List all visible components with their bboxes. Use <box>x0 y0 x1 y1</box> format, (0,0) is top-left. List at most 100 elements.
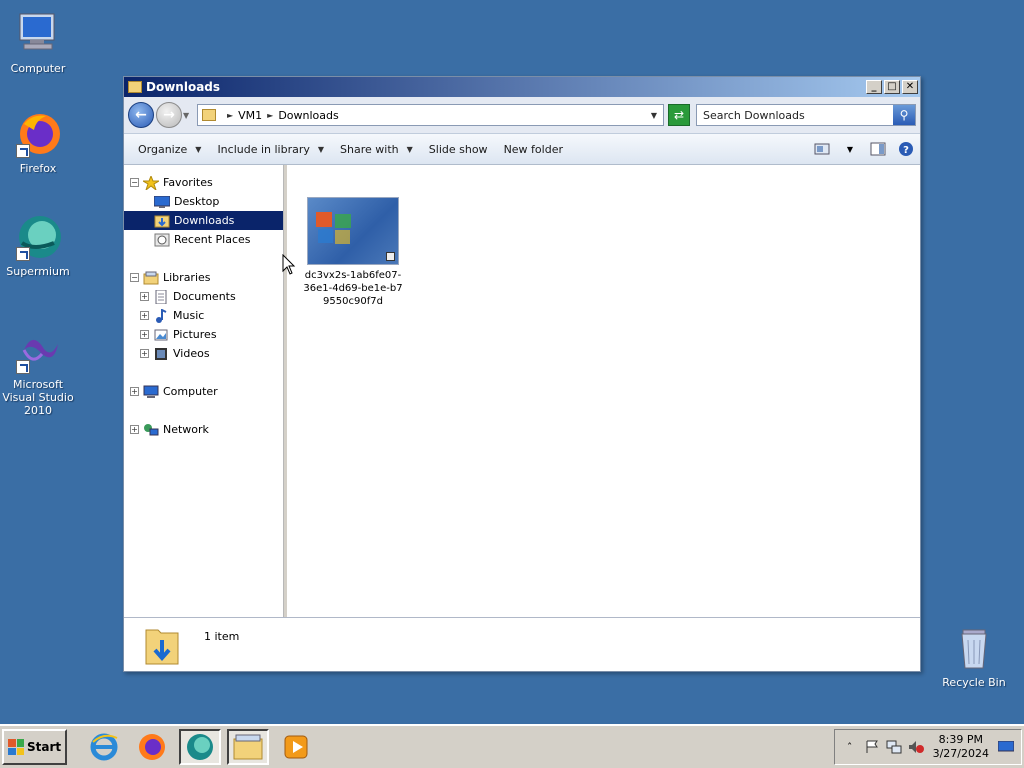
share-with-button[interactable]: Share with ▼ <box>332 137 421 161</box>
clock-time: 8:39 PM <box>938 733 983 746</box>
desktop-icon <box>154 195 170 209</box>
media-player-taskbar-icon[interactable] <box>275 729 317 765</box>
start-button[interactable]: Start <box>2 729 68 765</box>
action-center-flag-icon[interactable] <box>864 739 880 755</box>
tree-label: Computer <box>163 385 218 398</box>
show-hidden-icons-icon[interactable]: ˆ <box>842 739 858 755</box>
preview-pane-icon[interactable] <box>869 141 887 157</box>
content-area: − Favorites Desktop Downloads Recent Pla… <box>124 165 920 617</box>
tree-label: Music <box>173 309 205 322</box>
breadcrumb-downloads[interactable]: Downloads <box>278 109 338 122</box>
desktop-icon-recycle-bin[interactable]: Recycle Bin <box>936 624 1012 689</box>
tree-item-recent-places[interactable]: Recent Places <box>124 230 283 249</box>
recycle-bin-icon <box>950 624 998 672</box>
expand-icon[interactable]: + <box>130 387 139 396</box>
chevron-down-icon: ▼ <box>317 144 325 154</box>
close-button[interactable]: ✕ <box>902 80 918 94</box>
search-placeholder: Search Downloads <box>703 108 805 122</box>
minimize-button[interactable]: _ <box>866 80 882 94</box>
refresh-button[interactable]: ⇄ <box>668 104 690 126</box>
shortcut-arrow-icon <box>16 247 30 261</box>
firefox-taskbar-icon[interactable] <box>131 729 173 765</box>
view-options-dropdown-icon[interactable]: ▼ <box>841 141 859 157</box>
chevron-right-icon[interactable]: ► <box>267 111 273 120</box>
include-in-library-button[interactable]: Include in library ▼ <box>209 137 332 161</box>
navigation-pane[interactable]: − Favorites Desktop Downloads Recent Pla… <box>124 165 284 617</box>
tree-item-music[interactable]: + Music <box>124 306 283 325</box>
supermium-taskbar-icon[interactable] <box>179 729 222 765</box>
desktop-icon-computer[interactable]: Computer <box>0 10 76 75</box>
tree-item-network[interactable]: + Network <box>124 420 283 439</box>
collapse-icon[interactable]: − <box>130 273 139 282</box>
search-icon[interactable]: ⚲ <box>893 105 915 125</box>
tree-label: Documents <box>173 290 236 303</box>
downloads-folder-icon <box>144 624 180 665</box>
svg-text:?: ? <box>903 145 909 156</box>
image-type-badge-icon <box>386 252 395 261</box>
tree-item-favorites[interactable]: − Favorites <box>124 173 283 192</box>
forward-button[interactable]: → <box>156 102 182 128</box>
libraries-icon <box>143 271 159 285</box>
start-label: Start <box>27 740 62 754</box>
address-bar[interactable]: ► VM1 ► Downloads ▼ <box>197 104 664 126</box>
desktop-icon-firefox[interactable]: Firefox <box>0 110 76 175</box>
tree-item-computer[interactable]: + Computer <box>124 382 283 401</box>
expand-icon[interactable]: + <box>130 425 139 434</box>
desktop-icon-label: Supermium <box>6 265 70 278</box>
navigation-bar: ← → ▼ ► VM1 ► Downloads ▼ ⇄ Search Downl… <box>124 97 920 133</box>
expand-icon[interactable]: + <box>140 330 149 339</box>
tree-item-videos[interactable]: + Videos <box>124 344 283 363</box>
music-icon <box>153 308 169 323</box>
window-titlebar[interactable]: Downloads _ □ ✕ <box>124 77 920 97</box>
tree-label: Recent Places <box>174 233 251 246</box>
maximize-button[interactable]: □ <box>884 80 900 94</box>
file-item[interactable]: dc3vx2s-1ab6fe07-36e1-4d69-be1e-b79550c9… <box>303 197 403 308</box>
slide-show-button[interactable]: Slide show <box>421 137 496 161</box>
file-list[interactable]: dc3vx2s-1ab6fe07-36e1-4d69-be1e-b79550c9… <box>287 165 920 617</box>
share-with-label: Share with <box>340 142 399 156</box>
visual-studio-icon <box>14 326 62 374</box>
organize-button[interactable]: Organize ▼ <box>130 137 209 161</box>
item-count: 1 item <box>204 630 240 643</box>
volume-muted-icon[interactable] <box>908 739 924 755</box>
chevron-down-icon: ▼ <box>195 144 202 154</box>
expand-icon[interactable]: + <box>140 349 149 358</box>
change-view-icon[interactable] <box>813 141 831 157</box>
tree-item-documents[interactable]: + Documents <box>124 287 283 306</box>
internet-explorer-taskbar-icon[interactable] <box>83 729 125 765</box>
details-pane: 1 item <box>124 617 920 671</box>
breadcrumb-vm1[interactable]: VM1 <box>238 109 262 122</box>
show-desktop-icon[interactable] <box>998 739 1014 755</box>
tree-item-downloads[interactable]: Downloads <box>124 211 283 230</box>
network-icon[interactable] <box>886 739 902 755</box>
desktop-icon-label: Microsoft Visual Studio 2010 <box>2 378 74 417</box>
taskbar: Start ˆ 8:39 PM 3/27/2024 <box>0 724 1024 768</box>
back-button[interactable]: ← <box>128 102 154 128</box>
pictures-icon <box>153 328 169 342</box>
desktop-icon-label: Recycle Bin <box>942 676 1006 689</box>
recent-pages-dropdown-icon[interactable]: ▼ <box>183 111 193 120</box>
collapse-icon[interactable]: − <box>130 178 139 187</box>
tree-label: Downloads <box>174 214 235 227</box>
help-icon[interactable]: ? <box>897 141 915 157</box>
chevron-right-icon[interactable]: ► <box>227 111 233 120</box>
include-in-library-label: Include in library <box>217 142 310 156</box>
clock-date: 3/27/2024 <box>932 747 989 760</box>
desktop-icon-supermium[interactable]: Supermium <box>0 213 76 278</box>
desktop-icon-visual-studio[interactable]: Microsoft Visual Studio 2010 <box>0 326 76 417</box>
chevron-down-icon[interactable]: ▼ <box>651 111 657 120</box>
tree-item-pictures[interactable]: + Pictures <box>124 325 283 344</box>
desktop-icon-label: Computer <box>10 62 66 75</box>
clock[interactable]: 8:39 PM 3/27/2024 <box>933 733 989 761</box>
tree-label: Pictures <box>173 328 217 341</box>
new-folder-button[interactable]: New folder <box>496 137 571 161</box>
command-bar: Organize ▼ Include in library ▼ Share with… <box>124 133 920 165</box>
tree-item-libraries[interactable]: − Libraries <box>124 268 283 287</box>
explorer-taskbar-icon[interactable] <box>227 729 270 765</box>
search-input[interactable]: Search Downloads ⚲ <box>696 104 916 126</box>
expand-icon[interactable]: + <box>140 311 149 320</box>
file-name: dc3vx2s-1ab6fe07-36e1-4d69-be1e-b79550c9… <box>303 270 403 307</box>
folder-icon <box>128 81 142 93</box>
tree-item-desktop[interactable]: Desktop <box>124 192 283 211</box>
expand-icon[interactable]: + <box>140 292 149 301</box>
